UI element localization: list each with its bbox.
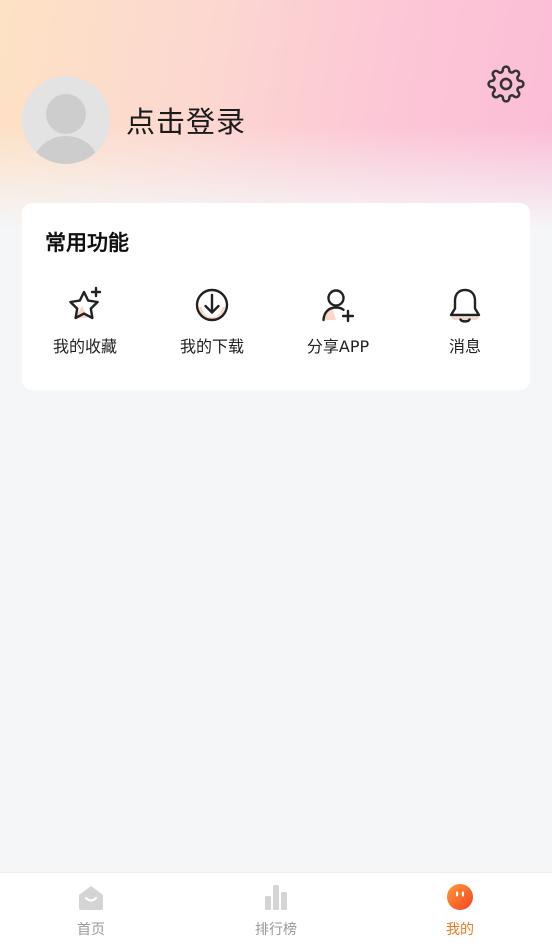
share-app-button[interactable]: 分享APP — [288, 285, 388, 365]
share-app-label: 分享APP — [306, 337, 370, 356]
favorites-label: 我的收藏 — [52, 337, 117, 356]
tab-home-label: 首页 — [77, 922, 105, 938]
card-title: 常用功能 — [45, 231, 129, 255]
login-link[interactable]: 点击登录 — [126, 103, 246, 141]
home-icon — [79, 886, 103, 910]
download-icon — [195, 288, 229, 322]
tab-home[interactable]: 首页 — [31, 881, 151, 947]
tab-ranking-label: 排行榜 — [255, 922, 297, 938]
tab-mine-label: 我的 — [446, 922, 474, 938]
favorites-button[interactable]: 我的收藏 — [35, 285, 135, 365]
messages-label: 消息 — [448, 337, 481, 356]
avatar[interactable] — [22, 76, 110, 164]
tab-ranking[interactable]: 排行榜 — [216, 881, 336, 947]
bar-chart-icon — [265, 885, 287, 910]
bottom-tab-bar: 首页 排行榜 我的 — [0, 872, 552, 951]
bell-icon — [449, 288, 481, 323]
gear-icon — [487, 65, 525, 103]
default-avatar-icon — [22, 76, 110, 164]
star-icon — [69, 286, 102, 320]
common-functions-card: 常用功能 我的收藏 我的下载 分享APP 消息 — [22, 203, 530, 390]
tab-mine[interactable]: 我的 — [400, 881, 520, 947]
downloads-button[interactable]: 我的下载 — [162, 285, 262, 365]
add-user-icon — [322, 289, 355, 323]
messages-button[interactable]: 消息 — [415, 285, 515, 365]
smiley-icon — [447, 884, 473, 910]
settings-button[interactable] — [487, 65, 525, 103]
downloads-label: 我的下载 — [179, 337, 244, 356]
